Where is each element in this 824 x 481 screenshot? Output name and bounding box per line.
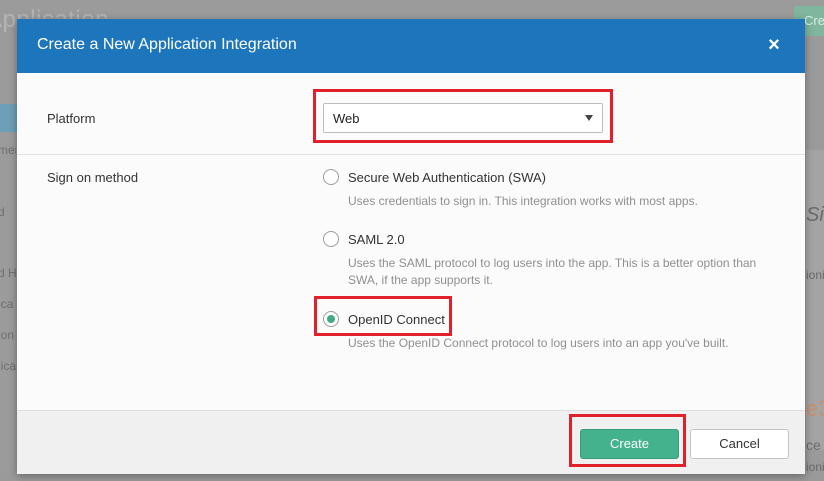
radio-button-saml[interactable] (323, 231, 339, 247)
background-card-text: ioni (806, 268, 824, 282)
radio-option-openid-connect[interactable]: OpenID Connect (323, 310, 453, 330)
radio-description-swa: Uses credentials to sign in. This integr… (348, 194, 698, 208)
sign-on-method-label: Sign on method (47, 170, 139, 185)
platform-select[interactable]: Web (323, 103, 603, 133)
background-sidebar-item: lica (0, 359, 16, 373)
divider (17, 154, 805, 155)
background-sidebar-item: d H (0, 266, 16, 280)
radio-option-swa[interactable]: Secure Web Authentication (SWA) (323, 168, 563, 188)
background-sidebar-item: ment (0, 143, 16, 157)
background-sidebar-item: ion (0, 328, 15, 342)
platform-label: Platform (47, 111, 96, 126)
radio-description-openid-connect: Uses the OpenID Connect protocol to log … (348, 336, 729, 350)
radio-label-openid-connect: OpenID Connect (348, 312, 445, 327)
background-card-text: ce S (806, 437, 824, 453)
dialog-header: Create a New Application Integration × (17, 19, 805, 73)
dialog-title: Create a New Application Integration (37, 36, 297, 53)
radio-label-swa: Secure Web Authentication (SWA) (348, 170, 546, 185)
dialog-body: Platform Web Sign on method Secure Web A… (17, 73, 805, 410)
create-button[interactable]: Create (580, 429, 679, 459)
background-sidebar-item: ica (0, 297, 14, 311)
platform-select-value: Web (333, 111, 360, 126)
background-card-heading: e3 (806, 396, 824, 421)
radio-description-saml: Uses the SAML protocol to log users into… (348, 256, 757, 287)
radio-button-openid-connect[interactable] (323, 311, 339, 327)
close-icon[interactable]: × (763, 34, 785, 56)
create-app-integration-dialog: Create a New Application Integration × P… (17, 19, 805, 474)
background-sidebar-accent (0, 104, 17, 132)
chevron-down-icon (585, 115, 593, 121)
background-sidebar-item: d (0, 205, 5, 219)
radio-option-saml[interactable]: SAML 2.0 (323, 230, 443, 250)
dialog-footer: Create Cancel (17, 410, 805, 474)
cancel-button[interactable]: Cancel (690, 429, 789, 459)
background-card-text: Sig (806, 204, 824, 226)
radio-button-swa[interactable] (323, 169, 339, 185)
radio-label-saml: SAML 2.0 (348, 232, 405, 247)
